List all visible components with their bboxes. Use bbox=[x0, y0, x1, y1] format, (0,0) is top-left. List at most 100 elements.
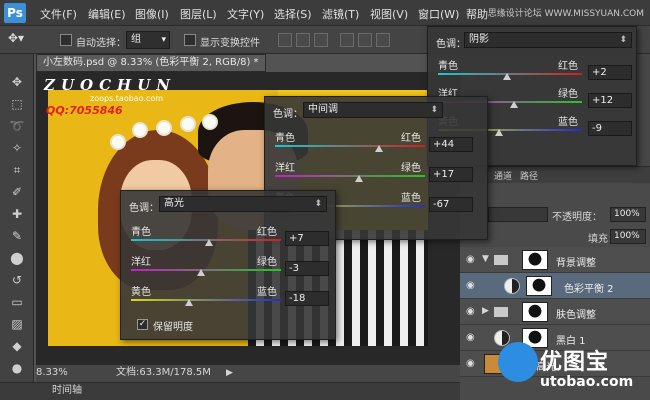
opacity-input[interactable]: 100% bbox=[610, 207, 646, 222]
cyan-red-slider-track[interactable] bbox=[275, 145, 425, 147]
align-bottom-icon[interactable] bbox=[314, 33, 328, 47]
eye-icon[interactable]: ◉ bbox=[466, 332, 475, 343]
yellow-blue-slider-track[interactable] bbox=[131, 299, 281, 301]
magenta-green-slider-handle[interactable] bbox=[197, 269, 205, 276]
layer-group-row[interactable]: ◉ ▼ 背景调整 bbox=[460, 247, 650, 273]
fill-input[interactable]: 100% bbox=[610, 229, 646, 244]
show-transform-checkbox[interactable] bbox=[184, 34, 196, 46]
blend-mode-dropdown[interactable] bbox=[488, 207, 548, 222]
auto-select-dropdown[interactable]: 组 bbox=[126, 31, 170, 49]
lasso-tool-icon[interactable]: ➰ bbox=[7, 118, 27, 134]
yellow-blue-value[interactable]: -18 bbox=[285, 291, 329, 306]
status-menu-arrow-icon[interactable]: ▶ bbox=[226, 365, 233, 381]
utobao-domain: utobao.com bbox=[540, 374, 634, 390]
eye-icon[interactable]: ◉ bbox=[466, 280, 475, 291]
move-tool-icon[interactable]: ✥ bbox=[7, 74, 27, 90]
cyan-red-value[interactable]: +7 bbox=[285, 231, 329, 246]
cyan-red-slider-handle[interactable] bbox=[503, 73, 511, 80]
document-tab[interactable]: 小左数码.psd @ 8.33% (色彩平衡 2, RGB/8) * bbox=[36, 54, 266, 72]
stamp-tool-icon[interactable]: ⬤ bbox=[7, 250, 27, 266]
dodge-tool-icon[interactable]: ● bbox=[7, 360, 27, 376]
eyedropper-tool-icon[interactable]: ✐ bbox=[7, 184, 27, 200]
align-middle-icon[interactable] bbox=[296, 33, 310, 47]
magenta-green-slider-track[interactable] bbox=[131, 269, 281, 271]
eye-icon[interactable]: ◉ bbox=[466, 254, 475, 265]
zoom-level[interactable]: 8.33% bbox=[36, 365, 68, 381]
preserve-luminosity-checkbox[interactable]: ✓ bbox=[137, 319, 148, 330]
layer-mask-thumbnail bbox=[522, 302, 548, 322]
timeline-bar: 时间轴 bbox=[0, 382, 460, 400]
align-left-icon[interactable] bbox=[340, 33, 354, 47]
align-center-icon[interactable] bbox=[358, 33, 372, 47]
magenta-green-value[interactable]: -3 bbox=[285, 261, 329, 276]
site-watermark: 思缘设计论坛 WWW.MISSYUAN.COM bbox=[487, 9, 644, 19]
cyan-red-value[interactable]: +44 bbox=[429, 137, 473, 152]
menu-bar: Ps 文件(F) 编辑(E) 图像(I) 图层(L) 文字(Y) 选择(S) 滤… bbox=[0, 0, 650, 26]
layer-group-row[interactable]: ◉ ▶ 肤色调整 bbox=[460, 299, 650, 325]
blue-label: 蓝色 bbox=[558, 117, 578, 128]
move-tool-preset-button[interactable]: ✥▾ bbox=[8, 31, 34, 49]
tone-dropdown[interactable]: 高光 bbox=[159, 196, 327, 212]
yellow-blue-value[interactable]: -67 bbox=[429, 197, 473, 212]
crop-tool-icon[interactable]: ⌗ bbox=[7, 162, 27, 178]
cyan-red-slider-handle[interactable] bbox=[375, 145, 383, 152]
tone-dropdown[interactable]: 中间调 bbox=[303, 102, 443, 118]
menu-view[interactable]: 视图(V) bbox=[370, 6, 408, 22]
layer-name: 色彩平衡 2 bbox=[564, 284, 614, 295]
yellow-blue-slider-handle[interactable] bbox=[495, 129, 503, 136]
magenta-label: 洋红 bbox=[131, 257, 151, 268]
magenta-green-value[interactable]: +12 bbox=[588, 93, 632, 108]
tone-dropdown[interactable]: 阴影 bbox=[464, 32, 632, 48]
layer-mask-thumbnail bbox=[522, 250, 548, 270]
blur-tool-icon[interactable]: ◆ bbox=[7, 338, 27, 354]
flower-crown bbox=[156, 120, 172, 136]
eye-icon[interactable]: ◉ bbox=[466, 358, 475, 369]
tone-label: 色调： bbox=[273, 109, 303, 120]
align-top-icon[interactable] bbox=[278, 33, 292, 47]
marquee-tool-icon[interactable]: ⬚ bbox=[7, 96, 27, 112]
menu-select[interactable]: 选择(S) bbox=[274, 6, 312, 22]
magenta-label: 洋红 bbox=[275, 163, 295, 174]
expand-caret-icon[interactable]: ▼ bbox=[482, 254, 489, 264]
healing-tool-icon[interactable]: ✚ bbox=[7, 206, 27, 222]
blue-label: 蓝色 bbox=[401, 193, 421, 204]
menu-type[interactable]: 文字(Y) bbox=[227, 6, 264, 22]
menu-layer[interactable]: 图层(L) bbox=[180, 6, 217, 22]
menu-image[interactable]: 图像(I) bbox=[135, 6, 169, 22]
cyan-red-slider-handle[interactable] bbox=[205, 239, 213, 246]
green-label: 绿色 bbox=[257, 257, 277, 268]
auto-select-checkbox[interactable] bbox=[60, 34, 72, 46]
eraser-tool-icon[interactable]: ▭ bbox=[7, 294, 27, 310]
menu-edit[interactable]: 编辑(E) bbox=[88, 6, 126, 22]
status-bar: 8.33% 文档:63.3M/178.5M ▶ bbox=[36, 364, 460, 382]
gradient-tool-icon[interactable]: ▨ bbox=[7, 316, 27, 332]
menu-help[interactable]: 帮助 bbox=[466, 6, 488, 22]
cyan-red-value[interactable]: +2 bbox=[588, 65, 632, 80]
magenta-green-value[interactable]: +17 bbox=[429, 167, 473, 182]
menu-filter[interactable]: 滤镜(T) bbox=[322, 6, 359, 22]
quick-select-tool-icon[interactable]: ✧ bbox=[7, 140, 27, 156]
eye-icon[interactable]: ◉ bbox=[466, 306, 475, 317]
red-label: 红色 bbox=[257, 227, 277, 238]
layer-row[interactable]: ◉ 色彩平衡 2 bbox=[460, 273, 650, 299]
bird-logo-icon bbox=[498, 342, 538, 382]
layer-mask-thumbnail bbox=[526, 276, 552, 296]
tone-label: 色调： bbox=[436, 39, 466, 50]
yellow-blue-slider-handle[interactable] bbox=[185, 299, 193, 306]
red-label: 红色 bbox=[401, 133, 421, 144]
brush-tool-icon[interactable]: ✎ bbox=[7, 228, 27, 244]
yellow-blue-value[interactable]: -9 bbox=[588, 121, 632, 136]
tab-paths[interactable]: 路径 bbox=[520, 169, 538, 182]
collapse-caret-icon[interactable]: ▶ bbox=[482, 306, 489, 316]
menu-file[interactable]: 文件(F) bbox=[40, 6, 77, 22]
align-right-icon[interactable] bbox=[376, 33, 390, 47]
green-label: 绿色 bbox=[558, 89, 578, 100]
tab-channels[interactable]: 通道 bbox=[494, 169, 512, 182]
magenta-green-slider-handle[interactable] bbox=[510, 101, 518, 108]
auto-select-label: 自动选择： bbox=[76, 38, 126, 49]
magenta-green-slider-handle[interactable] bbox=[355, 175, 363, 182]
history-brush-tool-icon[interactable]: ↺ bbox=[7, 272, 27, 288]
timeline-label[interactable]: 时间轴 bbox=[52, 383, 82, 399]
magenta-green-slider-track[interactable] bbox=[275, 175, 425, 177]
menu-window[interactable]: 窗口(W) bbox=[418, 6, 459, 22]
